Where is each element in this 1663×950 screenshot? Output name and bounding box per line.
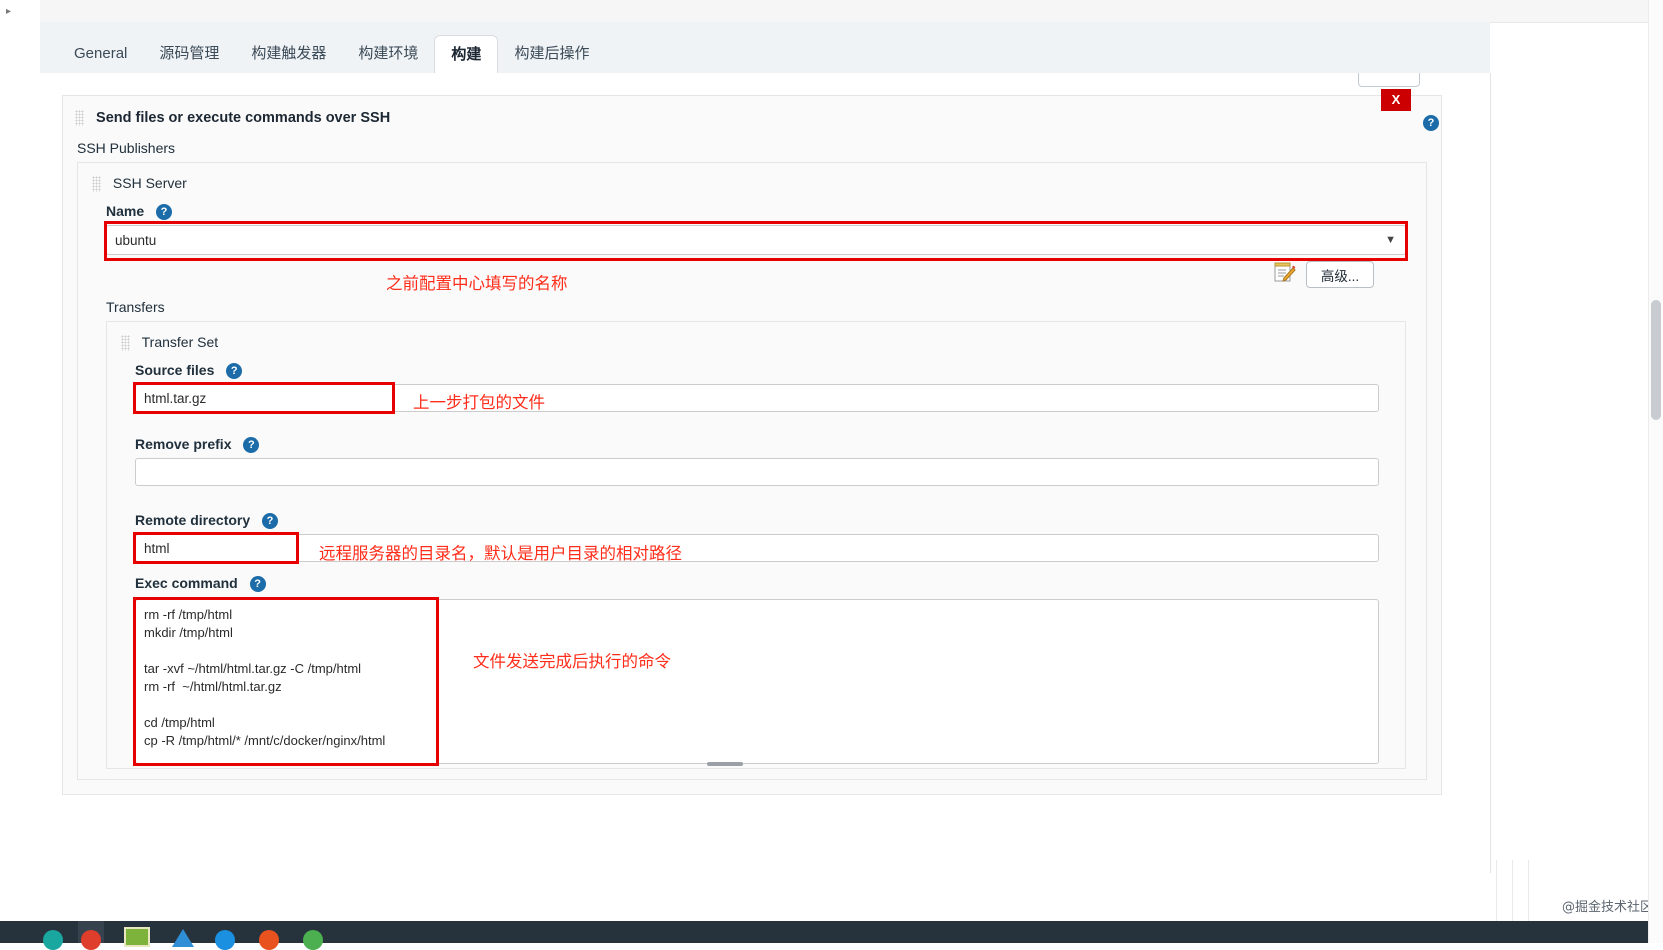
remote-directory-label-row: Remote directory ? bbox=[135, 512, 278, 529]
config-tabbar: General源码管理构建触发器构建环境构建构建后操作 bbox=[40, 22, 1490, 74]
remove-prefix-label-row: Remove prefix ? bbox=[135, 436, 259, 453]
remote-directory-label: Remote directory bbox=[135, 512, 250, 528]
scrollbar-thumb[interactable] bbox=[1651, 300, 1661, 420]
top-strip bbox=[40, 0, 1663, 23]
name-field-label-row: Name ? bbox=[106, 203, 172, 220]
watermark: @掘金技术社区 bbox=[1562, 896, 1653, 915]
annotation-remote-directory: 远程服务器的目录名，默认是用户目录的相对路径 bbox=[319, 540, 682, 564]
taskbar-icon-2[interactable] bbox=[78, 921, 104, 943]
transfers-box: Transfer Set Source files ? 上一步打包的文件 Rem bbox=[106, 321, 1406, 769]
ssh-server-label: SSH Server bbox=[113, 175, 187, 191]
block-title: Send files or execute commands over SSH bbox=[75, 110, 390, 126]
tab-3[interactable]: 构建环境 bbox=[342, 35, 434, 73]
source-files-label-row: Source files ? bbox=[135, 362, 242, 379]
annotation-source-files: 上一步打包的文件 bbox=[413, 389, 545, 413]
ssh-server-name-select-wrap: ubuntu ▼ bbox=[106, 225, 1406, 255]
remove-prefix-help-icon[interactable]: ? bbox=[243, 437, 259, 453]
taskbar-icon-5[interactable] bbox=[212, 921, 238, 943]
ssh-publisher-block: Send files or execute commands over SSH … bbox=[62, 95, 1442, 795]
help-icon[interactable]: ? bbox=[1423, 115, 1439, 131]
horizontal-scroll-thumb[interactable] bbox=[707, 762, 743, 766]
ssh-publishers-box: SSH Server Name ? ubuntu ▼ 之前配置中心填写的名称 bbox=[77, 162, 1427, 780]
exec-command-textarea[interactable] bbox=[135, 599, 1379, 764]
ssh-server-advanced-button[interactable]: 高级... bbox=[1306, 261, 1374, 288]
source-files-input-wrap bbox=[135, 384, 1379, 412]
block-help-icon[interactable]: ? bbox=[1423, 114, 1439, 131]
config-canvas: Send files or execute commands over SSH … bbox=[40, 73, 1491, 873]
notepad-pencil-icon[interactable] bbox=[1274, 262, 1296, 282]
exec-command-label-row: Exec command ? bbox=[135, 575, 266, 592]
browser-page: ▸ General源码管理构建触发器构建环境构建构建后操作 Send files… bbox=[0, 0, 1663, 943]
remove-prefix-label: Remove prefix bbox=[135, 436, 231, 452]
drag-handle-icon[interactable] bbox=[75, 110, 84, 126]
name-help-icon[interactable]: ? bbox=[156, 204, 172, 220]
exec-command-help-icon[interactable]: ? bbox=[250, 576, 266, 592]
tab-4[interactable]: 构建 bbox=[434, 35, 498, 74]
transfer-set-label: Transfer Set bbox=[142, 334, 219, 350]
tab-1[interactable]: 源码管理 bbox=[143, 35, 235, 73]
ssh-publishers-label: SSH Publishers bbox=[77, 140, 175, 156]
name-label: Name bbox=[106, 203, 144, 219]
os-taskbar bbox=[0, 921, 1663, 943]
taskbar-icon-6[interactable] bbox=[256, 921, 282, 943]
taskbar-icon-4[interactable] bbox=[170, 921, 196, 943]
partial-button-above[interactable] bbox=[1358, 73, 1420, 87]
ssh-server-drag-handle-icon[interactable] bbox=[92, 176, 101, 192]
ssh-server-name-select[interactable]: ubuntu bbox=[106, 225, 1406, 255]
divider-1 bbox=[1496, 860, 1497, 930]
taskbar-icon-3[interactable] bbox=[122, 921, 148, 943]
annotation-exec-command: 文件发送完成后执行的命令 bbox=[473, 648, 671, 672]
transfers-label: Transfers bbox=[106, 299, 165, 315]
exec-command-label: Exec command bbox=[135, 575, 238, 591]
taskbar-icon-7[interactable] bbox=[300, 921, 326, 943]
remove-prefix-input[interactable] bbox=[135, 458, 1379, 486]
left-rail: ▸ bbox=[0, 0, 40, 943]
exec-command-wrap bbox=[135, 599, 1379, 764]
ssh-server-section: SSH Server bbox=[92, 175, 187, 192]
divider-3 bbox=[1528, 860, 1529, 930]
taskbar-icon-1[interactable] bbox=[40, 921, 66, 943]
remove-prefix-input-wrap bbox=[135, 458, 1379, 486]
annotation-name: 之前配置中心填写的名称 bbox=[386, 270, 568, 294]
transfer-set-section: Transfer Set bbox=[121, 334, 218, 351]
tab-5[interactable]: 构建后操作 bbox=[498, 35, 605, 73]
divider-2 bbox=[1512, 860, 1513, 930]
close-button[interactable]: X bbox=[1381, 89, 1411, 111]
source-files-label: Source files bbox=[135, 362, 214, 378]
remote-directory-help-icon[interactable]: ? bbox=[262, 513, 278, 529]
expand-arrow-icon[interactable]: ▸ bbox=[6, 7, 16, 17]
tab-2[interactable]: 构建触发器 bbox=[235, 35, 342, 73]
transfer-set-drag-handle-icon[interactable] bbox=[121, 335, 130, 351]
source-files-help-icon[interactable]: ? bbox=[226, 363, 242, 379]
page-scrollbar[interactable] bbox=[1648, 0, 1663, 943]
source-files-input[interactable] bbox=[135, 384, 1379, 412]
block-title-text: Send files or execute commands over SSH bbox=[96, 110, 390, 126]
tab-0[interactable]: General bbox=[58, 35, 143, 73]
